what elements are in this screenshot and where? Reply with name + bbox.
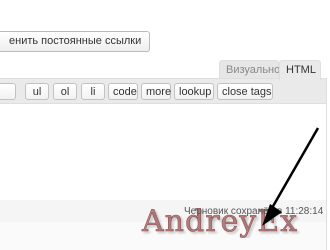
annotation-arrow: [262, 127, 320, 226]
tab-html[interactable]: HTML: [279, 60, 321, 80]
arrow-head: [262, 204, 282, 226]
arrow-shaft: [270, 127, 320, 209]
